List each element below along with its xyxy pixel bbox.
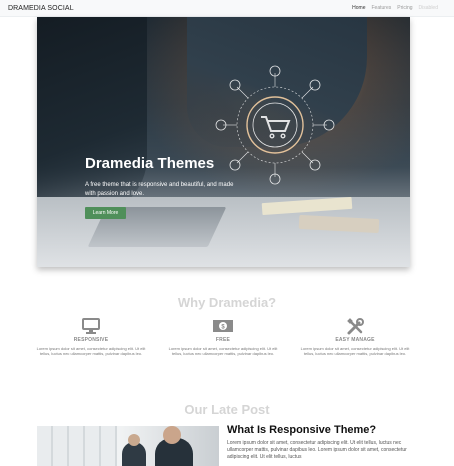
feature-text: Lorem ipsum dolor sit amet, consectetur … <box>300 346 410 357</box>
nav-link-disabled: Disabled <box>418 5 438 11</box>
nav-link-pricing[interactable]: Pricing <box>397 5 412 11</box>
feature-title: FREE <box>215 337 231 343</box>
hero-banner: Dramedia Themes A free theme that is res… <box>37 17 410 267</box>
learn-more-button[interactable]: Learn More <box>85 207 126 219</box>
features-section-title: Why Dramedia? <box>177 295 277 310</box>
nav-links: Home Features Pricing Disabled <box>352 5 438 11</box>
feature-title: EASY MANAGE <box>335 337 375 343</box>
brand-logo[interactable]: DRAMEDIA SOCIAL <box>8 5 74 12</box>
monitor-icon <box>82 318 100 334</box>
tools-icon <box>347 318 364 335</box>
feature-text: Lorem ipsum dolor sit amet, consectetur … <box>36 346 146 357</box>
feature-responsive: RESPONSIVE Lorem ipsum dolor sit amet, c… <box>34 318 148 357</box>
post-image[interactable] <box>37 426 219 466</box>
post-excerpt: Lorem ipsum dolor sit amet, consectetur … <box>227 440 407 460</box>
hero-text: A free theme that is responsive and beau… <box>85 182 234 197</box>
shopping-cart-hub-icon <box>215 65 335 185</box>
feature-title: RESPONSIVE <box>73 337 109 343</box>
hero-title: Dramedia Themes <box>85 155 215 172</box>
post-title[interactable]: What Is Responsive Theme? <box>227 424 376 436</box>
navbar: DRAMEDIA SOCIAL Home Features Pricing Di… <box>0 0 454 17</box>
feature-free: $ FREE Lorem ipsum dolor sit amet, conse… <box>166 318 280 357</box>
nav-link-home[interactable]: Home <box>352 5 365 11</box>
nav-link-features[interactable]: Features <box>372 5 392 11</box>
feature-easy-manage: EASY MANAGE Lorem ipsum dolor sit amet, … <box>298 318 412 357</box>
feature-text: Lorem ipsum dolor sit amet, consectetur … <box>168 346 278 357</box>
money-icon: $ <box>213 320 233 332</box>
posts-section-title: Our Late Post <box>184 402 270 417</box>
